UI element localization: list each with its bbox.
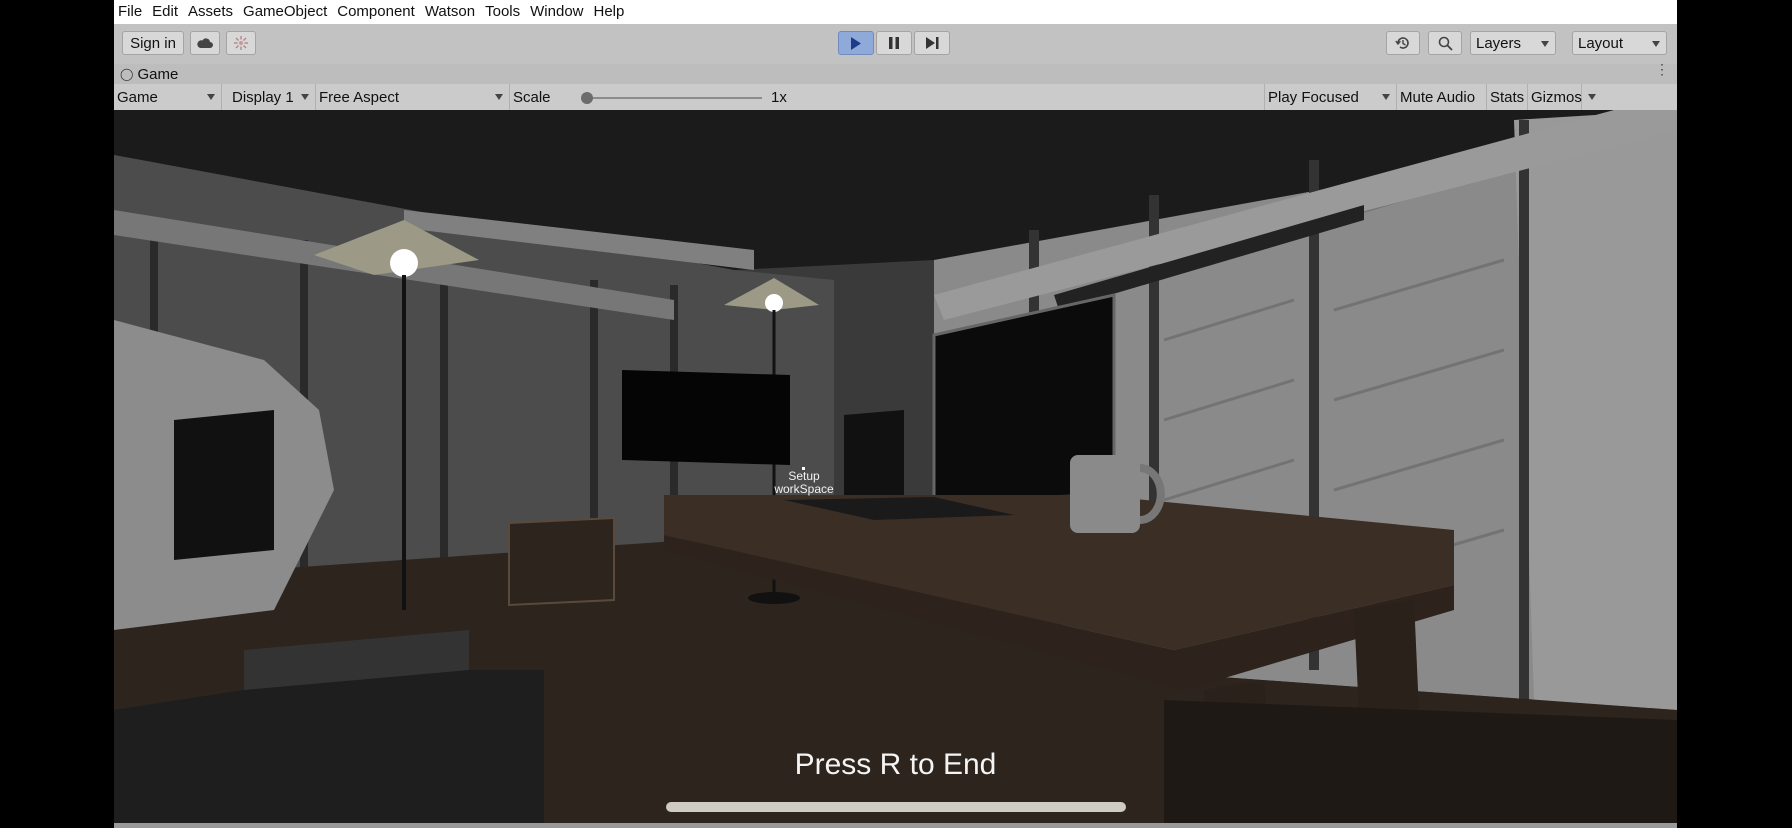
pause-button[interactable]: [876, 31, 912, 55]
scale-slider-thumb[interactable]: [581, 92, 593, 104]
view-mode-dropdown[interactable]: Game: [114, 84, 222, 110]
end-prompt: Press R to End: [794, 748, 997, 781]
tab-bar: ◯ Game ⋮: [114, 62, 1677, 84]
interaction-label: Setup workSpace: [754, 470, 854, 496]
scale-slider-track[interactable]: [586, 97, 762, 99]
tab-game[interactable]: ◯ Game: [120, 64, 178, 84]
chevron-down-icon: [1541, 41, 1549, 47]
aspect-dropdown[interactable]: Free Aspect: [316, 84, 510, 110]
display-dropdown[interactable]: Display 1: [222, 84, 316, 110]
scale-label: Scale: [513, 88, 551, 106]
game-viewport[interactable]: Setup workSpace Press R to End: [114, 110, 1677, 823]
game-view-toolbar: Game Display 1 Free Aspect Scale 1x Play…: [114, 84, 1677, 111]
search-button[interactable]: [1428, 31, 1462, 55]
display-label: Display 1: [232, 88, 294, 106]
menu-window[interactable]: Window: [525, 0, 588, 24]
history-icon: [1395, 37, 1409, 49]
collab-button[interactable]: [226, 31, 256, 55]
step-icon: [925, 37, 938, 49]
layers-dropdown[interactable]: Layers: [1470, 31, 1556, 55]
stats-toggle[interactable]: Stats: [1487, 84, 1528, 110]
cloud-button[interactable]: [190, 31, 220, 55]
chevron-down-icon: [495, 94, 503, 100]
game-scene: [114, 110, 1677, 823]
interaction-label-line2: workSpace: [774, 482, 834, 496]
interaction-label-line1: Setup: [788, 469, 820, 483]
menu-assets[interactable]: Assets: [183, 0, 238, 24]
tab-game-label: Game: [137, 65, 179, 83]
history-button[interactable]: [1386, 31, 1420, 55]
sign-in-button[interactable]: Sign in: [122, 31, 184, 55]
main-toolbar: Sign in Layers Layout: [114, 24, 1677, 65]
unity-editor: File Edit Assets GameObject Component Wa…: [114, 0, 1677, 828]
collab-icon: [234, 36, 248, 50]
chevron-down-icon: [207, 94, 215, 100]
status-strip: [114, 823, 1677, 828]
view-mode-label: Game: [117, 88, 158, 106]
gizmos-dropdown[interactable]: [1582, 84, 1602, 110]
menu-help[interactable]: Help: [589, 0, 630, 24]
play-button[interactable]: [838, 31, 874, 55]
cloud-icon: [197, 38, 213, 48]
chevron-down-icon: [301, 94, 309, 100]
aspect-label: Free Aspect: [319, 88, 400, 106]
pause-icon: [889, 37, 899, 49]
layout-dropdown[interactable]: Layout: [1572, 31, 1667, 55]
more-options-icon[interactable]: ⋮: [1655, 62, 1669, 76]
menu-bar: File Edit Assets GameObject Component Wa…: [114, 0, 1677, 24]
menu-gameobject[interactable]: GameObject: [238, 0, 332, 24]
menu-component[interactable]: Component: [332, 0, 420, 24]
chevron-down-icon: [1382, 94, 1390, 100]
mute-audio-toggle[interactable]: Mute Audio: [1397, 84, 1487, 110]
step-button[interactable]: [914, 31, 950, 55]
menu-tools[interactable]: Tools: [480, 0, 525, 24]
play-mode-label: Play Focused: [1268, 88, 1359, 106]
chevron-down-icon: [1652, 41, 1660, 47]
search-icon: [1438, 36, 1453, 51]
layers-label: Layers: [1476, 34, 1522, 52]
scale-value: 1x: [771, 88, 787, 106]
menu-file[interactable]: File: [114, 0, 147, 24]
chevron-down-icon: [1588, 94, 1596, 100]
gizmos-toggle[interactable]: Gizmos: [1528, 84, 1582, 110]
gamepad-icon: ◯: [120, 67, 134, 81]
menu-edit[interactable]: Edit: [147, 0, 183, 24]
menu-watson[interactable]: Watson: [420, 0, 480, 24]
play-icon: [851, 36, 861, 50]
play-mode-dropdown[interactable]: Play Focused: [1264, 84, 1397, 110]
progress-bar: [666, 802, 1126, 812]
layout-label: Layout: [1578, 34, 1624, 52]
